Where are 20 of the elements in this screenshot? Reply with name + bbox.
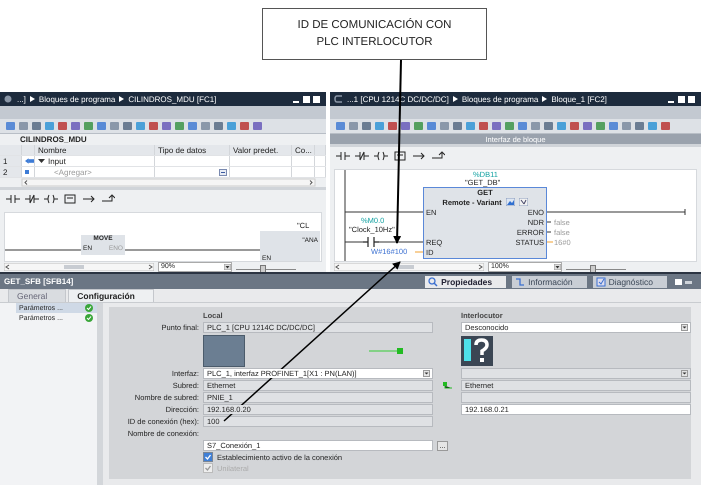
- row-number: 2: [3, 168, 8, 176]
- block-name: CILINDROS_MDU: [20, 135, 87, 144]
- row-name: Input: [48, 156, 66, 166]
- tab[interactable]: Configuración: [68, 289, 154, 302]
- view-tab[interactable]: Propiedades: [425, 276, 506, 288]
- view-tab[interactable]: Información: [512, 276, 587, 288]
- tab[interactable]: General: [8, 289, 66, 302]
- breadcrumb-item[interactable]: CILINDROS_MDU [FC1]: [128, 94, 216, 104]
- breadcrumb-item[interactable]: Bloques de programa: [462, 94, 538, 104]
- breadcrumb-item[interactable]: Bloques de programa: [38, 94, 116, 104]
- breadcrumb-item[interactable]: Bloque_1 [FC2]: [551, 94, 607, 104]
- column-header[interactable]: Valor predet.: [230, 145, 292, 155]
- callout-text: ID DE COMUNICACIÓN CON PLC INTERLOCUTOR: [262, 8, 487, 60]
- column-header[interactable]: Nombre: [35, 145, 155, 155]
- column-header[interactable]: Tipo de datos: [155, 145, 230, 155]
- view-tab[interactable]: Diagnóstico: [592, 276, 667, 288]
- panel-title: GET_SFB [SFB14]: [4, 277, 74, 286]
- column-header[interactable]: Co...: [292, 145, 315, 155]
- breadcrumb-item[interactable]: ...]: [17, 94, 26, 104]
- row-number: 1: [3, 156, 8, 166]
